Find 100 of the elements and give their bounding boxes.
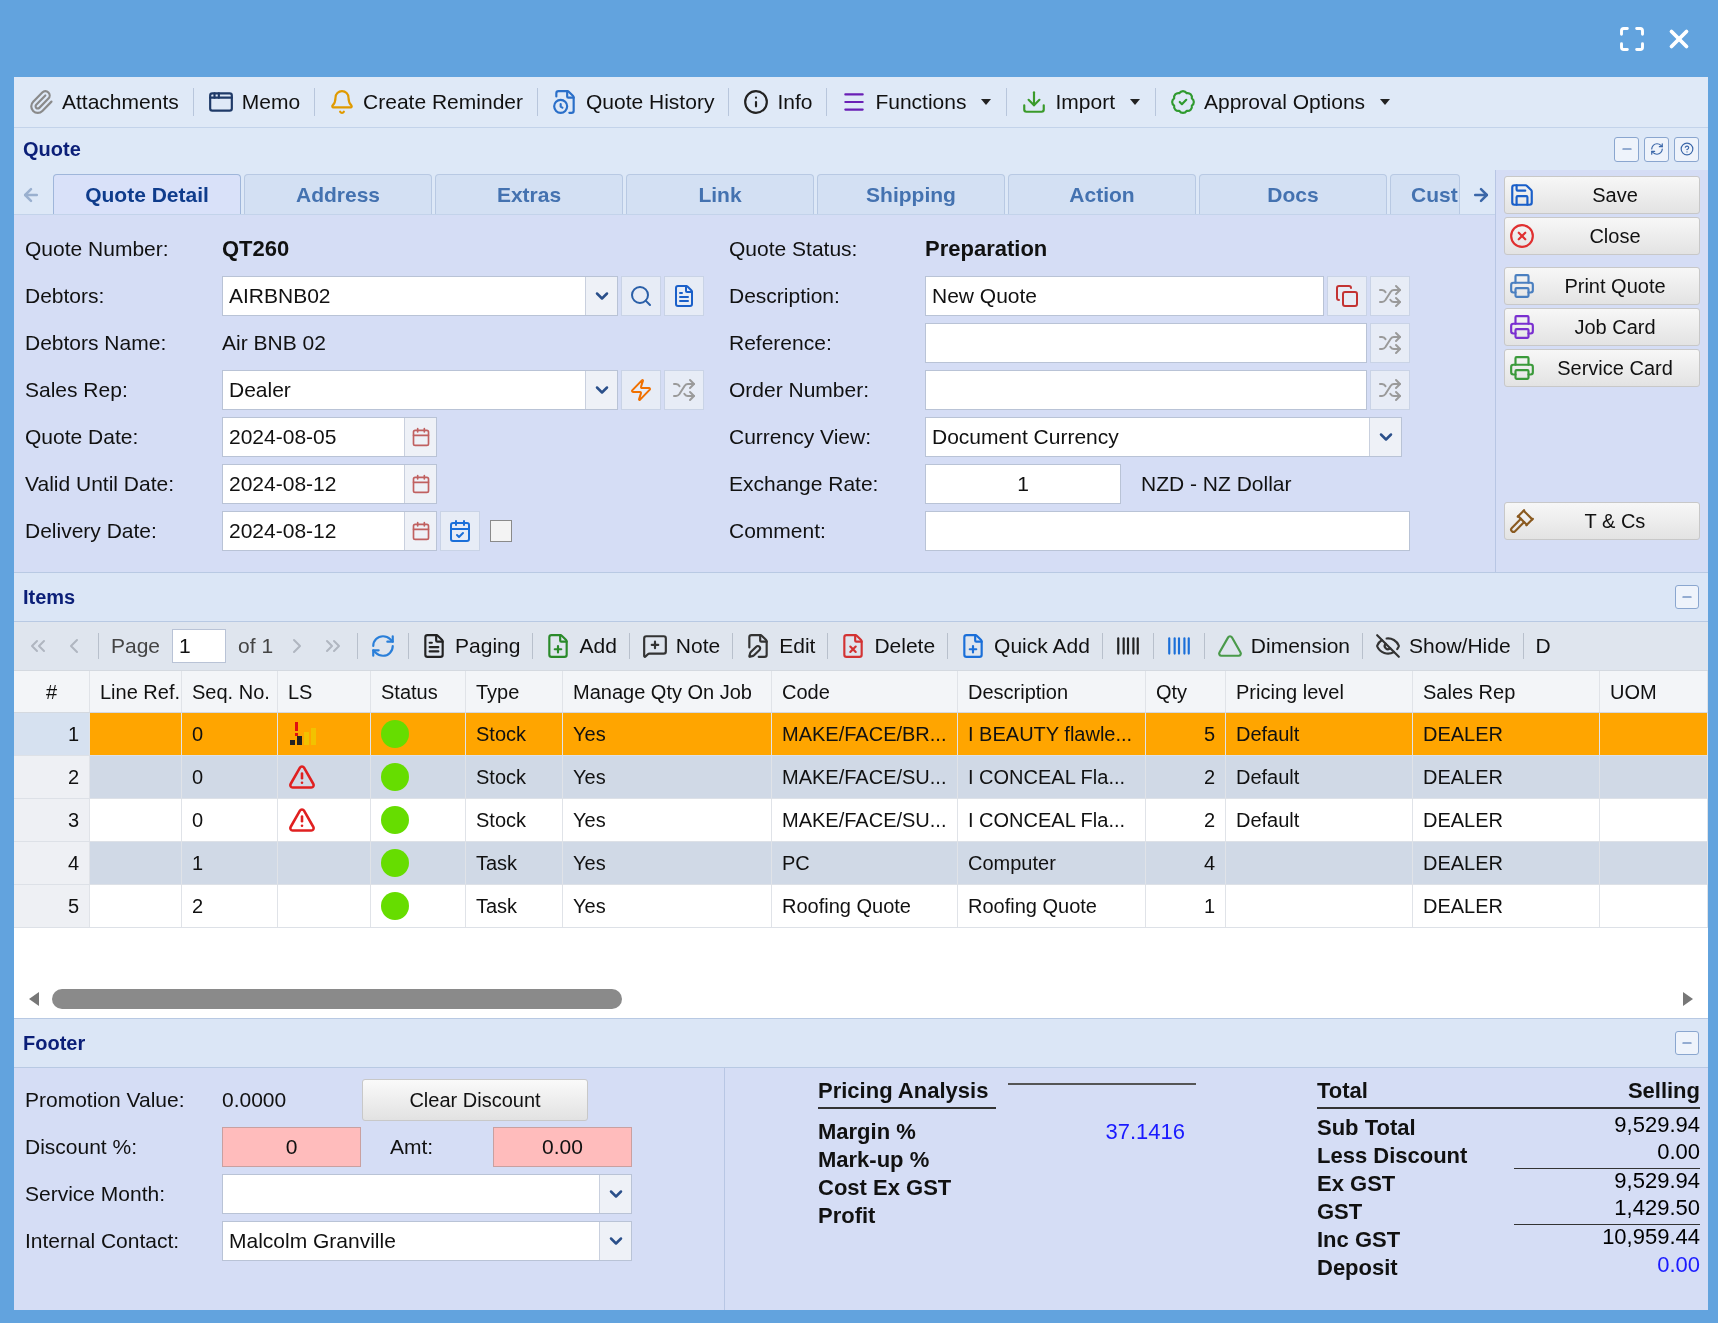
tab[interactable]: Address (244, 174, 432, 214)
column-header[interactable]: Qty (1146, 671, 1226, 712)
column-header[interactable]: UOM (1600, 671, 1708, 712)
calendar-check-button[interactable] (440, 510, 480, 551)
toolbar-button[interactable]: Quick Add (960, 626, 1090, 666)
page-field[interactable]: 1 (172, 629, 227, 663)
refresh-icon (1649, 142, 1664, 156)
date-field[interactable]: 2024-08-12 (222, 510, 437, 551)
text-field[interactable] (925, 322, 1367, 363)
table-row[interactable]: 2 0 Stock Yes MAKE/FACE/SU... I CONCEAL Fla... 2 Default DEALER (14, 756, 1708, 799)
field-label: Amt: (390, 1133, 435, 1160)
text-field[interactable] (925, 369, 1367, 410)
toolbar-button[interactable]: Memo (203, 82, 305, 122)
scroll-left-icon[interactable] (28, 991, 40, 1007)
column-header[interactable]: Status (371, 671, 466, 712)
help-button[interactable] (1674, 136, 1699, 162)
table-row[interactable]: 4 1 Task Yes PC Computer 4 DEALER (14, 842, 1708, 885)
table-cell-text: 2 (1203, 808, 1215, 833)
scroll-right-icon[interactable] (1682, 991, 1694, 1007)
column-header[interactable]: Description (958, 671, 1146, 712)
column-header[interactable]: Sales Rep (1413, 671, 1600, 712)
field-label: Debtors Name: (25, 329, 168, 356)
collapse-button[interactable] (1614, 136, 1639, 162)
toolbar-button[interactable]: Functions (837, 82, 997, 122)
toolbar-button[interactable]: Add (545, 626, 617, 666)
toolbar-button[interactable]: D (1535, 630, 1551, 662)
toolbar-button[interactable]: Delete (840, 626, 936, 666)
combo-box[interactable]: AIRBNB02 (222, 275, 618, 316)
column-header[interactable]: Code (772, 671, 958, 712)
tab[interactable]: Quote Detail (53, 174, 241, 214)
date-field[interactable]: 2024-08-12 (222, 463, 437, 504)
combo-box[interactable]: Document Currency (925, 416, 1402, 457)
text-field[interactable] (925, 510, 1410, 551)
shuffle-icon (672, 377, 696, 402)
toolbar-button[interactable]: Show/Hide (1375, 626, 1511, 666)
column-header[interactable]: Line Ref. (90, 671, 182, 712)
checkbox[interactable] (490, 519, 512, 542)
toolbar-button[interactable]: Edit (745, 626, 816, 666)
combo-box[interactable]: Malcolm Granville (222, 1220, 632, 1261)
tab[interactable]: Extras (435, 174, 623, 214)
lightning-button[interactable] (621, 369, 661, 410)
collapse-button[interactable] (1675, 585, 1699, 609)
toolbar-button[interactable]: Paging (421, 626, 521, 666)
shuffle-button[interactable] (1370, 275, 1410, 316)
copy-button[interactable] (1327, 275, 1367, 316)
column-header[interactable]: Type (466, 671, 563, 712)
tab[interactable]: Shipping (817, 174, 1005, 214)
document-button[interactable] (664, 275, 704, 316)
toolbar-button[interactable]: Dimension (1216, 626, 1351, 666)
side-button[interactable]: Service Card (1504, 349, 1700, 387)
toolbar-button[interactable]: Attachments (24, 82, 183, 122)
table-cell-text: 0 (192, 808, 204, 833)
tab[interactable]: Cust (1390, 174, 1460, 214)
side-button[interactable]: Save (1504, 176, 1700, 214)
refresh-icon[interactable] (370, 633, 397, 659)
rate-field[interactable]: 1 (925, 463, 1121, 504)
side-button[interactable]: Print Quote (1504, 267, 1700, 305)
shuffle-button[interactable] (664, 369, 704, 410)
toolbar-button[interactable]: Info (739, 82, 817, 122)
side-button[interactable]: Close (1504, 217, 1700, 255)
combo-box[interactable] (222, 1173, 632, 1214)
side-button[interactable]: T & Cs (1504, 502, 1700, 540)
column-header[interactable]: LS (278, 671, 371, 712)
tab[interactable]: Link (626, 174, 814, 214)
lightning-icon (629, 377, 653, 402)
tab[interactable]: Action (1008, 174, 1196, 214)
analysis-value: 37.1416 (1105, 1117, 1185, 1146)
date-field[interactable]: 2024-08-05 (222, 416, 437, 457)
toolbar-button[interactable]: Create Reminder (325, 82, 527, 122)
scrollbar-thumb[interactable] (52, 989, 622, 1009)
side-button[interactable]: Job Card (1504, 308, 1700, 346)
column-header[interactable]: Manage Qty On Job (563, 671, 772, 712)
refresh-button[interactable] (1644, 136, 1669, 162)
combo-box[interactable]: Dealer (222, 369, 618, 410)
search-button[interactable] (621, 275, 661, 316)
table-row[interactable]: 3 0 Stock Yes MAKE/FACE/SU... I CONCEAL Fla... 2 Default DEALER (14, 799, 1708, 842)
column-header[interactable]: Seq. No. (182, 671, 278, 712)
toolbar-button[interactable]: Approval Options (1166, 82, 1396, 122)
amount-field[interactable]: 0.00 (493, 1126, 632, 1167)
tab[interactable]: Docs (1199, 174, 1387, 214)
table-cell-text: Task (476, 851, 518, 876)
clear-discount-button[interactable]: Clear Discount (362, 1078, 588, 1121)
table-row[interactable]: 1 0 Stock Yes MAKE/FACE/BR... I BEAUTY flawle... 5 Default DEALER (14, 713, 1708, 756)
analysis-label: Margin % (818, 1117, 917, 1146)
toolbar-button[interactable]: Quote History (548, 82, 719, 122)
shuffle-button[interactable] (1370, 369, 1410, 410)
table-row[interactable]: 5 2 Task Yes Roofing Quote Roofing Quote 1 DEALER (14, 885, 1708, 928)
text-field[interactable]: New Quote (925, 275, 1324, 316)
toolbar-button[interactable]: Note (641, 626, 721, 666)
download-icon (1021, 89, 1048, 115)
discount-field[interactable]: 0 (222, 1126, 361, 1167)
toolbar-button[interactable]: Import (1017, 82, 1145, 122)
table-cell-text: Yes (573, 808, 606, 833)
calendar-icon (410, 473, 431, 494)
column-header[interactable]: Pricing level (1226, 671, 1413, 712)
fullscreen-icon[interactable] (1618, 24, 1646, 53)
shuffle-button[interactable] (1370, 322, 1410, 363)
collapse-button[interactable] (1675, 1031, 1699, 1055)
column-header[interactable]: # (14, 671, 90, 712)
table-cell-text: DEALER (1423, 851, 1504, 876)
